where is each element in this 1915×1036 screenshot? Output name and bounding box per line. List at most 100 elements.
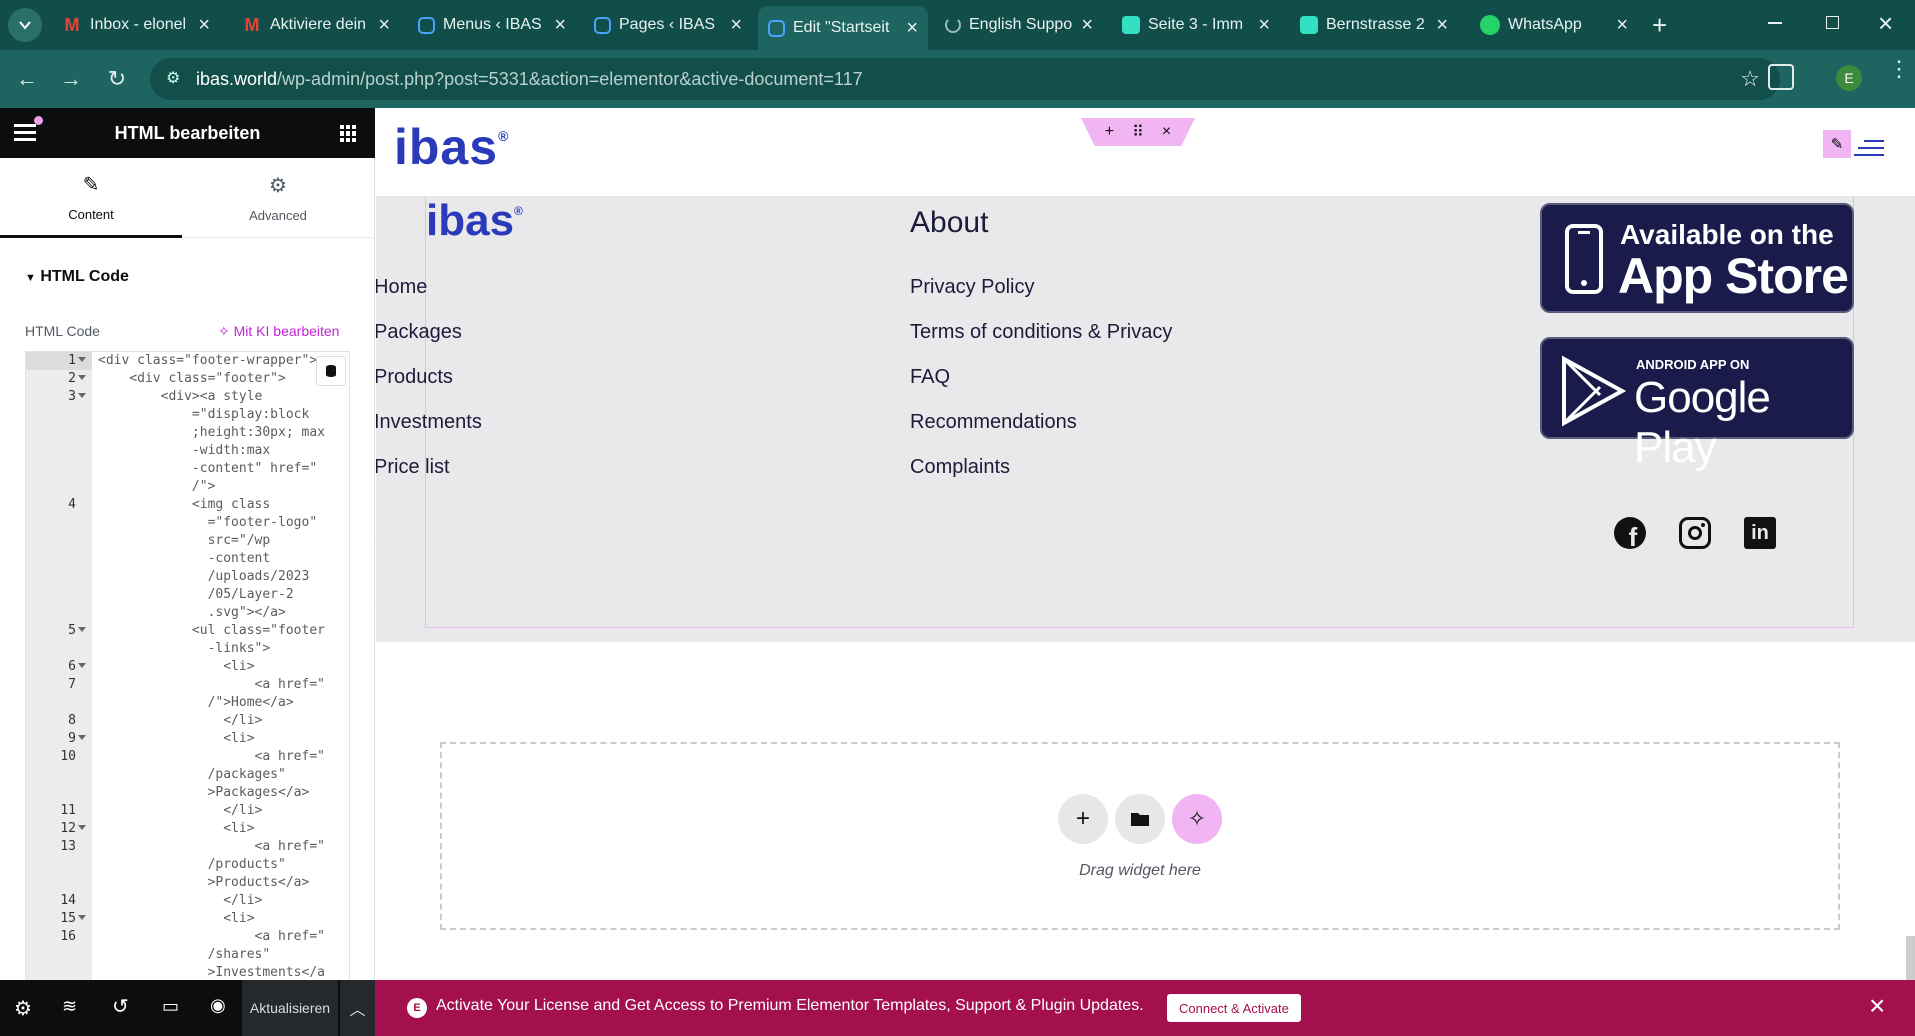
url-host: ibas.world: [196, 68, 278, 89]
tab-title: Pages ‹ IBAS: [619, 16, 716, 33]
section-toggle-html-code[interactable]: ▼ HTML Code: [25, 268, 129, 286]
settings-gear-icon[interactable]: ⚙: [14, 996, 32, 1021]
responsive-mode-icon[interactable]: ▭: [162, 996, 179, 1017]
close-tab-icon[interactable]: ×: [554, 14, 566, 37]
tab-title: Seite 3 - Imm: [1148, 16, 1244, 33]
code-editor[interactable]: 1 2 3 4 5 6 7 8 9 10 11 12 13 14 15 16 <div class="foot…: [25, 351, 350, 981]
bookmark-star-icon[interactable]: ☆: [1740, 66, 1760, 92]
navigator-layers-icon[interactable]: ≋: [62, 996, 77, 1017]
fold-caret-icon[interactable]: [78, 915, 86, 920]
fold-caret-icon[interactable]: [78, 735, 86, 740]
close-notice-icon[interactable]: ×: [1869, 990, 1885, 1022]
url-input[interactable]: ⚙ ibas.world/wp-admin/post.php?post=5331…: [150, 58, 1780, 100]
tab-content-label: Content: [68, 206, 114, 222]
close-tab-icon[interactable]: ×: [1616, 14, 1628, 37]
publish-options-button[interactable]: ︿: [340, 980, 375, 1036]
add-section-icon[interactable]: +: [1105, 123, 1114, 141]
tab-3[interactable]: Menus ‹ IBAS ×: [408, 6, 576, 44]
footer-link-4[interactable]: Investments: [376, 411, 482, 434]
drop-zone[interactable]: + ✧ Drag widget here: [440, 742, 1840, 930]
tab-9[interactable]: WhatsApp ×: [1470, 6, 1638, 44]
tab-2[interactable]: M Aktiviere dein ×: [232, 6, 400, 44]
footer-link-3[interactable]: Products: [376, 366, 453, 389]
instagram-link[interactable]: [1679, 517, 1711, 549]
about-heading: About: [910, 206, 989, 239]
license-notice-bar: E Activate Your License and Get Access t…: [375, 980, 1915, 1036]
footer-link-1[interactable]: Home: [376, 276, 427, 299]
ai-edit-button[interactable]: ✧ Mit KI bearbeiten: [218, 323, 339, 340]
tab-content[interactable]: ✎ Content: [0, 158, 182, 238]
fold-caret-icon[interactable]: [78, 825, 86, 830]
edit-widget-button[interactable]: ✎: [1823, 130, 1851, 158]
connect-activate-button[interactable]: Connect & Activate: [1167, 994, 1301, 1022]
back-button[interactable]: ←: [12, 64, 42, 94]
extensions-button[interactable]: [1768, 64, 1794, 90]
restore-button[interactable]: [1826, 16, 1839, 29]
about-link-3[interactable]: FAQ: [910, 366, 950, 389]
app-store-badge[interactable]: Available on the App Store: [1540, 203, 1854, 313]
canvas-scrollbar[interactable]: [1906, 936, 1915, 980]
close-tab-icon[interactable]: ×: [906, 17, 918, 40]
history-icon[interactable]: ↺: [112, 994, 129, 1019]
tab-1[interactable]: M Inbox - elonel ×: [52, 6, 220, 44]
tab-4[interactable]: Pages ‹ IBAS ×: [584, 6, 752, 44]
site-info-icon[interactable]: ⚙: [166, 68, 180, 88]
widgets-grid-button[interactable]: [340, 125, 357, 142]
section-handle[interactable]: + ⠿ ×: [1081, 118, 1195, 146]
footer-link-2[interactable]: Packages: [376, 321, 462, 344]
add-widget-button[interactable]: +: [1058, 794, 1108, 844]
browser-menu-button[interactable]: ⋮: [1888, 58, 1910, 80]
linkedin-link[interactable]: in: [1744, 517, 1776, 549]
code-line: -content" href=": [98, 461, 318, 476]
panel-footer: ⚙ ≋ ↺ ▭ ◉ Aktualisieren ︿: [0, 980, 375, 1036]
fold-caret-icon[interactable]: [78, 627, 86, 632]
code-line: >Products</a>: [98, 875, 310, 890]
google-play-badge[interactable]: ANDROID APP ON Google Play: [1540, 337, 1854, 472]
header-logo[interactable]: ibas®: [394, 118, 509, 176]
tab-7[interactable]: Seite 3 - Imm ×: [1112, 6, 1280, 44]
close-tab-icon[interactable]: ×: [730, 14, 742, 37]
sparkle-icon: ✧: [1187, 806, 1207, 831]
update-button[interactable]: Aktualisieren: [242, 980, 338, 1036]
template-library-button[interactable]: [1115, 794, 1165, 844]
fold-caret-icon[interactable]: [78, 357, 86, 362]
about-link-5[interactable]: Complaints: [910, 456, 1010, 479]
ai-widget-button[interactable]: ✧: [1172, 794, 1222, 844]
dynamic-tags-button[interactable]: [316, 356, 346, 386]
close-tab-icon[interactable]: ×: [1436, 14, 1448, 37]
delete-section-icon[interactable]: ×: [1162, 123, 1171, 141]
close-tab-icon[interactable]: ×: [1081, 14, 1093, 37]
about-link-1[interactable]: Privacy Policy: [910, 276, 1034, 299]
tab-8[interactable]: Bernstrasse 2 ×: [1290, 6, 1458, 44]
forward-button[interactable]: →: [56, 64, 86, 94]
tab-advanced[interactable]: ⚙ Advanced: [187, 158, 369, 238]
fold-caret-icon[interactable]: [78, 663, 86, 668]
drag-handle-icon[interactable]: ⠿: [1132, 122, 1144, 142]
close-window-button[interactable]: ×: [1878, 8, 1893, 39]
close-tab-icon[interactable]: ×: [1258, 14, 1270, 37]
tab-6[interactable]: English Suppo ×: [935, 6, 1103, 44]
close-tab-icon[interactable]: ×: [378, 14, 390, 37]
line-number: 14: [60, 893, 76, 908]
code-line: -links">: [98, 641, 271, 656]
tab-5[interactable]: Edit "Startseit ×: [758, 6, 928, 50]
about-link-2[interactable]: Terms of conditions & Privacy: [910, 321, 1172, 344]
fold-caret-icon[interactable]: [78, 393, 86, 398]
arrow-left-icon: ←: [16, 66, 38, 91]
tab-search-button[interactable]: [8, 8, 42, 42]
close-tab-icon[interactable]: ×: [198, 14, 210, 37]
fold-caret-icon[interactable]: [78, 375, 86, 380]
code-line: >Packages</a>: [98, 785, 310, 800]
minimize-button[interactable]: [1768, 22, 1782, 24]
menu-toggle-icon[interactable]: [1854, 140, 1884, 156]
code-line: ="footer-logo": [98, 515, 318, 530]
footer-link-5[interactable]: Price list: [376, 456, 450, 479]
footer-logo[interactable]: ibas®: [426, 196, 523, 246]
about-link-4[interactable]: Recommendations: [910, 411, 1077, 434]
new-tab-button[interactable]: +: [1652, 10, 1667, 41]
preview-eye-icon[interactable]: ◉: [210, 995, 226, 1016]
profile-avatar[interactable]: E: [1836, 65, 1862, 91]
line-number: 11: [60, 803, 76, 818]
reload-button[interactable]: ↻: [102, 64, 132, 94]
facebook-link[interactable]: f: [1614, 517, 1646, 549]
